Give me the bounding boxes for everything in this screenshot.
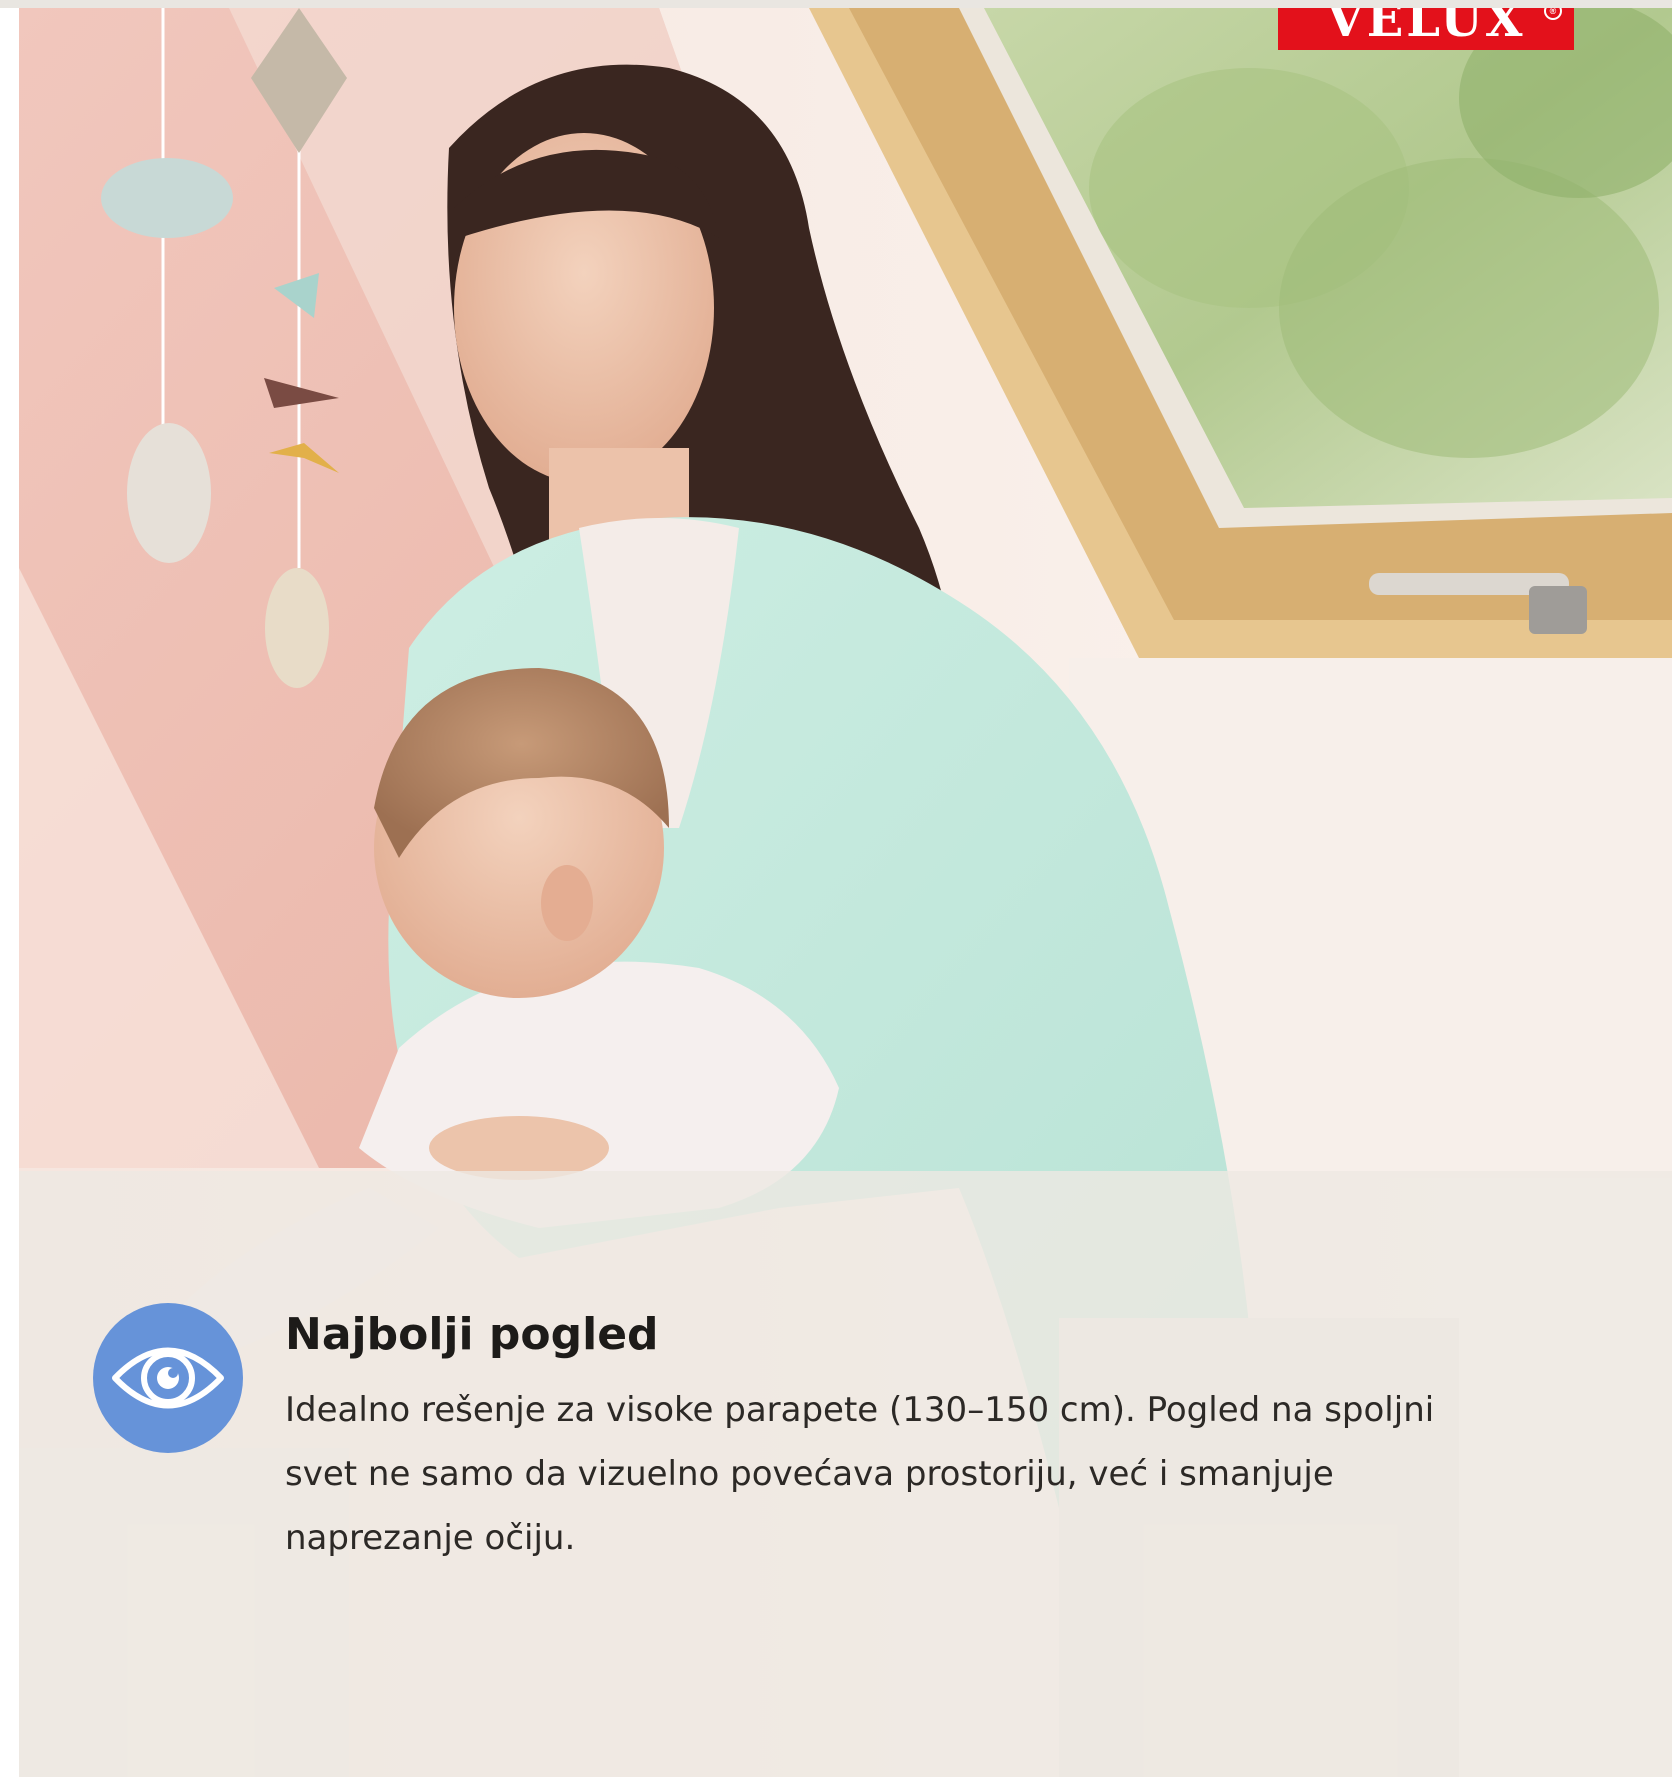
- logo-wordmark: VELUX: [1326, 8, 1526, 48]
- feature-description: Idealno rešenje za visoke parapete (130–…: [285, 1390, 1435, 1558]
- feature-title: Najbolji pogled: [285, 1309, 659, 1360]
- eye-icon: [93, 1303, 243, 1453]
- top-bar: [0, 0, 1672, 8]
- velux-logo[interactable]: VELUX ®: [1278, 8, 1574, 50]
